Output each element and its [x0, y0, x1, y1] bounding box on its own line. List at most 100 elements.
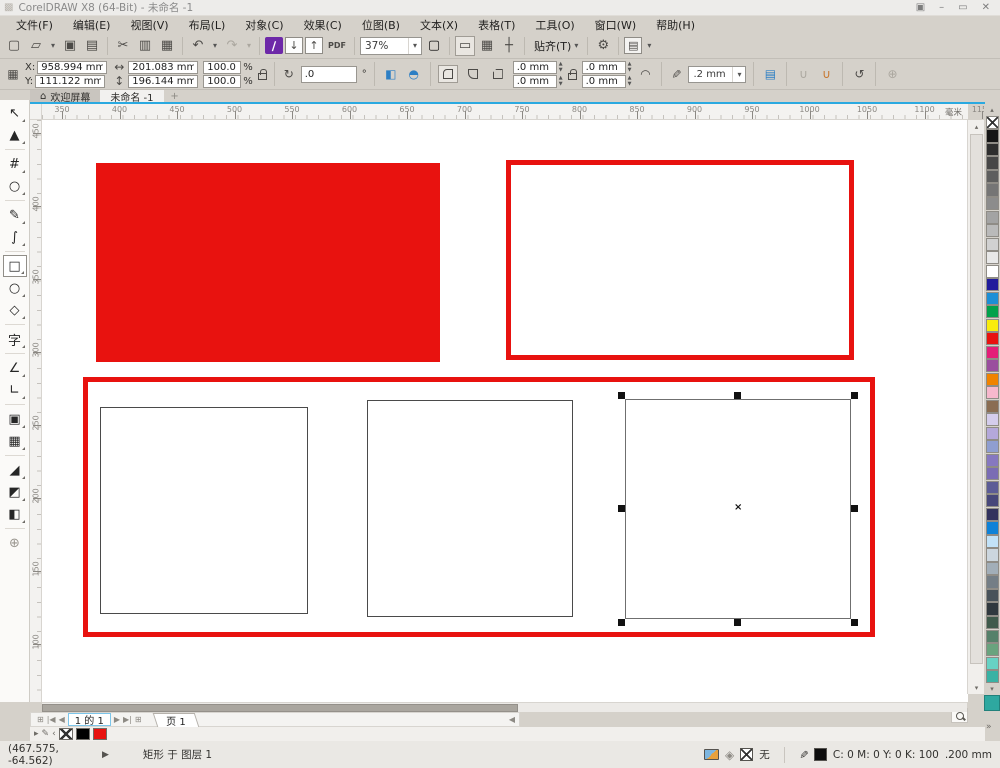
- menu-view[interactable]: 视图(V): [120, 16, 178, 34]
- small-square-1[interactable]: [100, 407, 308, 614]
- palette-swatch[interactable]: [985, 413, 999, 427]
- outline-width-dropdown-icon[interactable]: ▾: [732, 66, 745, 82]
- lock-ratio-button[interactable]: [257, 68, 267, 80]
- palette-swatch[interactable]: [985, 224, 999, 238]
- selection-handle-top-left[interactable]: [618, 392, 625, 399]
- selection-handle-bottom-left[interactable]: [618, 619, 625, 626]
- menu-text[interactable]: 文本(X): [410, 16, 468, 34]
- undo-dropdown-icon[interactable]: ▾: [210, 36, 220, 56]
- menu-effects[interactable]: 效果(C): [294, 16, 352, 34]
- text-tool[interactable]: 字: [3, 328, 27, 350]
- launcher-dropdown-icon[interactable]: ▾: [644, 36, 654, 56]
- palette-swatch[interactable]: [985, 588, 999, 603]
- eyedropper-tool[interactable]: ◢: [3, 459, 27, 481]
- palette-swatch[interactable]: [985, 278, 999, 292]
- print-button[interactable]: ▤: [82, 36, 102, 56]
- palette-swatch[interactable]: [985, 534, 999, 549]
- corner-radius-tr-field[interactable]: [581, 60, 626, 74]
- palette-swatch[interactable]: [985, 656, 999, 670]
- artistic-media-tool[interactable]: ∫: [3, 226, 27, 248]
- menu-table[interactable]: 表格(T): [468, 16, 525, 34]
- palette-swatch[interactable]: [985, 575, 999, 589]
- doc-swatch[interactable]: [92, 728, 107, 740]
- last-page-button[interactable]: ▶|: [123, 715, 132, 724]
- vertical-scrollbar[interactable]: ▴ ▾: [967, 120, 984, 694]
- outline-color-swatch[interactable]: [813, 748, 827, 761]
- outline-width-select[interactable]: .2 mm ▾: [688, 65, 747, 83]
- palette-swatch[interactable]: [985, 548, 999, 562]
- import-button[interactable]: ↓: [285, 37, 303, 54]
- wrap-text-button[interactable]: ▤: [761, 65, 779, 83]
- new-document-button[interactable]: ▢: [4, 36, 24, 56]
- selected-square-group[interactable]: ×: [618, 392, 858, 626]
- feedback-icon[interactable]: ▣: [916, 2, 925, 13]
- radius-br-spinner[interactable]: ▲ ▼: [628, 75, 632, 87]
- doc-swatch-none[interactable]: [58, 728, 73, 740]
- palette-swatch[interactable]: [985, 291, 999, 305]
- chain-link-button[interactable]: ∪: [794, 65, 812, 83]
- selection-handle-top-right[interactable]: [851, 392, 858, 399]
- vertical-ruler[interactable]: 45040035030025020015010050: [30, 120, 42, 722]
- selection-handle-bottom-right[interactable]: [851, 619, 858, 626]
- scroll-up-icon[interactable]: ▴: [968, 120, 985, 133]
- object-width-field[interactable]: [128, 60, 199, 74]
- document-navigator-button[interactable]: [984, 695, 1000, 711]
- smart-fill-tool[interactable]: ◧: [3, 503, 27, 525]
- interactive-fill-tool[interactable]: ◩: [3, 481, 27, 503]
- open-dropdown-icon[interactable]: ▾: [48, 36, 58, 56]
- doc-palette-collapse-icon[interactable]: ‹: [52, 729, 56, 739]
- menu-tools[interactable]: 工具(O): [525, 16, 584, 34]
- scalloped-corner-button[interactable]: [463, 65, 483, 83]
- chamfered-corner-button[interactable]: [488, 65, 508, 83]
- palette-swatch[interactable]: [985, 345, 999, 359]
- palette-swatch[interactable]: [985, 372, 999, 386]
- palette-swatch[interactable]: [985, 237, 999, 251]
- doc-swatch[interactable]: [75, 728, 90, 740]
- rotation-angle-field[interactable]: [300, 65, 357, 83]
- scale-x-field[interactable]: [203, 60, 242, 74]
- minimize-button[interactable]: –: [939, 2, 944, 13]
- palette-swatch[interactable]: [985, 602, 999, 616]
- zoom-level-select[interactable]: 37% ▾: [360, 36, 422, 55]
- palette-swatch[interactable]: [985, 521, 999, 535]
- palette-swatch[interactable]: [985, 399, 999, 413]
- radius-tl-spinner[interactable]: ▲ ▼: [559, 61, 563, 73]
- ellipse-tool[interactable]: ○: [3, 277, 27, 299]
- palette-swatch[interactable]: [985, 142, 999, 157]
- cut-button[interactable]: ✂: [113, 36, 133, 56]
- palette-swatch[interactable]: [985, 386, 999, 400]
- horizontal-scroll-thumb[interactable]: [42, 704, 518, 712]
- menu-bitmaps[interactable]: 位图(B): [352, 16, 410, 34]
- zoom-dropdown-icon[interactable]: ▾: [408, 37, 421, 54]
- doc-palette-pen-icon[interactable]: ✎: [42, 729, 50, 739]
- doc-palette-arrow-icon[interactable]: ▸: [34, 729, 39, 739]
- tab-welcome-screen[interactable]: ⌂ 欢迎屏幕: [30, 90, 101, 104]
- palette-swatch[interactable]: [985, 210, 999, 224]
- palette-swatch[interactable]: [985, 197, 999, 211]
- radius-bl-spinner[interactable]: ▲ ▼: [559, 75, 563, 87]
- undo-button[interactable]: ↶: [188, 36, 208, 56]
- palette-swatch[interactable]: [985, 453, 999, 467]
- palette-swatch[interactable]: [985, 251, 999, 265]
- palette-scroll-up-icon[interactable]: ▴: [990, 104, 994, 116]
- palette-swatch[interactable]: [985, 494, 999, 508]
- menu-layout[interactable]: 布局(L): [179, 16, 236, 34]
- pick-tool[interactable]: ↖: [3, 102, 27, 124]
- redo-dropdown-icon[interactable]: ▾: [244, 36, 254, 56]
- dimension-tool[interactable]: ∠: [3, 357, 27, 379]
- menu-edit[interactable]: 编辑(E): [63, 16, 121, 34]
- drawing-canvas[interactable]: ×: [42, 120, 968, 702]
- palette-swatch[interactable]: [985, 183, 999, 197]
- previous-page-button[interactable]: ◀: [59, 715, 65, 724]
- tab-untitled-document[interactable]: 未命名 -1: [100, 90, 164, 104]
- palette-swatch[interactable]: [985, 426, 999, 440]
- palette-swatch[interactable]: [985, 643, 999, 657]
- scale-y-field[interactable]: [203, 74, 242, 88]
- small-square-2[interactable]: [367, 400, 573, 617]
- selection-center-marker[interactable]: ×: [734, 503, 742, 513]
- crop-tool[interactable]: #: [3, 153, 27, 175]
- x-position-field[interactable]: [37, 60, 108, 74]
- horizontal-scrollbar[interactable]: [42, 702, 967, 712]
- show-rulers-toggle[interactable]: ▭: [455, 35, 475, 56]
- round-corner-button[interactable]: [437, 65, 458, 83]
